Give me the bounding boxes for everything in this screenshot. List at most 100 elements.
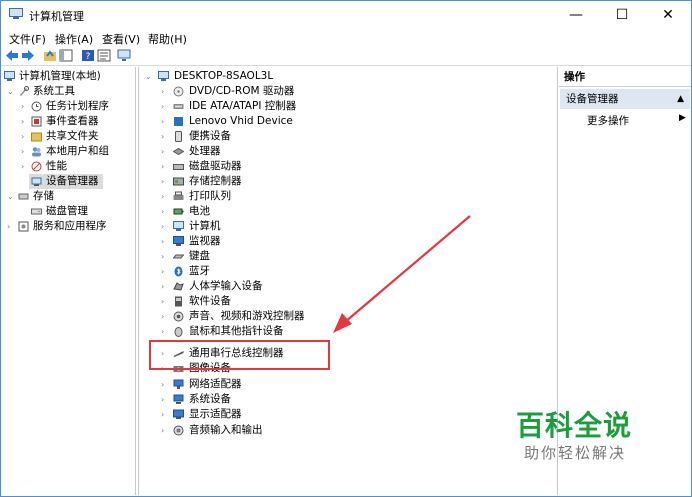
- shared-folder-icon: [31, 132, 42, 142]
- bluetooth-icon: [174, 266, 183, 277]
- up-folder-icon[interactable]: [43, 49, 57, 62]
- expand-arrow-icon[interactable]: ›: [161, 219, 164, 234]
- collapse-arrow-icon[interactable]: ⌄: [145, 69, 152, 84]
- more-actions[interactable]: 更多操作 ▶: [587, 113, 686, 128]
- menu-view[interactable]: 查看(V): [102, 31, 140, 47]
- menu-action[interactable]: 操作(A): [55, 31, 93, 47]
- device-manager-icon: [31, 177, 42, 186]
- device-category-label: IDE ATA/ATAPI 控制器: [189, 100, 297, 112]
- device-category-label: 鼠标和其他指针设备: [189, 325, 284, 337]
- system-tools-icon: [20, 86, 29, 96]
- services-icon: [18, 221, 29, 232]
- device-category-label: 声音、视频和游戏控制器: [189, 310, 305, 322]
- processor-icon: [173, 147, 184, 156]
- device-category-label: 蓝牙: [189, 265, 210, 277]
- expand-arrow-icon[interactable]: ›: [161, 159, 164, 174]
- expand-arrow-icon[interactable]: ›: [161, 264, 164, 279]
- more-actions-label: 更多操作: [587, 115, 629, 127]
- expand-arrow-icon[interactable]: ›: [161, 114, 164, 129]
- expand-arrow-icon[interactable]: ›: [161, 423, 164, 438]
- performance-icon: [31, 161, 42, 172]
- back-arrow-icon[interactable]: [5, 49, 19, 62]
- device-category-label: 显示适配器: [189, 408, 242, 420]
- close-button[interactable]: ✕: [645, 1, 691, 29]
- disk-management-icon: [31, 208, 42, 215]
- device-category-label: DVD/CD-ROM 驱动器: [189, 85, 295, 97]
- human-interface-device-icon: [173, 282, 184, 291]
- device-category-label: 音频输入和输出: [189, 424, 263, 436]
- expand-arrow-icon[interactable]: ›: [161, 129, 164, 144]
- expand-arrow-icon[interactable]: ›: [161, 309, 164, 324]
- expand-arrow-icon[interactable]: ›: [161, 144, 164, 159]
- expand-arrow-icon[interactable]: ›: [21, 99, 24, 114]
- minimize-button[interactable]: —: [553, 1, 599, 29]
- collapse-arrow-icon[interactable]: ⌄: [7, 84, 14, 99]
- device-category-label: 监视器: [189, 235, 221, 247]
- audio-io-icon: [173, 425, 184, 436]
- expand-arrow-icon[interactable]: ›: [161, 279, 164, 294]
- collapse-arrow-icon[interactable]: ⌄: [7, 189, 14, 204]
- navigation-tree-pane: 计算机管理(本地) ⌄ 系统工具 › 任务计划程序 › 事件查看器 › 共享文件…: [1, 67, 136, 495]
- software-device-icon: [175, 296, 182, 307]
- expand-arrow-icon[interactable]: ›: [161, 84, 164, 99]
- actions-device-manager-label: 设备管理器: [566, 93, 619, 105]
- menu-help[interactable]: 帮助(H): [148, 31, 187, 47]
- storage-controller-icon: [173, 177, 184, 186]
- speaker-icon: [173, 311, 184, 322]
- users-icon: [32, 147, 41, 157]
- expand-arrow-icon[interactable]: ›: [161, 99, 164, 114]
- portable-device-icon: [175, 131, 182, 142]
- mouse-icon: [174, 327, 183, 337]
- device-category-label: 磁盘驱动器: [189, 160, 242, 172]
- device-category-label: 处理器: [189, 145, 221, 157]
- expand-arrow-icon[interactable]: ›: [161, 249, 164, 264]
- expand-arrow-icon[interactable]: ›: [21, 129, 24, 144]
- tree-label: 性能: [46, 160, 67, 172]
- expand-arrow-icon[interactable]: ›: [161, 294, 164, 309]
- tree-label: 任务计划程序: [46, 100, 109, 112]
- show-hide-tree-icon[interactable]: [59, 49, 73, 62]
- actions-device-manager[interactable]: 设备管理器 ▲: [560, 89, 690, 109]
- expand-arrow-icon[interactable]: ›: [161, 392, 164, 407]
- window-title: 计算机管理: [29, 10, 84, 23]
- properties-icon[interactable]: [97, 49, 111, 62]
- monitor-icon: [173, 236, 184, 246]
- toolbar: ?: [1, 47, 691, 66]
- expand-arrow-icon[interactable]: ›: [161, 377, 164, 392]
- help-icon[interactable]: ?: [81, 49, 95, 62]
- chevron-right-icon[interactable]: ▶: [679, 113, 686, 123]
- tree-label: 磁盘管理: [46, 205, 88, 217]
- tree-item-device-manager[interactable]: 设备管理器: [29, 174, 103, 189]
- tree-label: 本地用户和组: [46, 145, 109, 157]
- maximize-button[interactable]: ☐: [599, 1, 645, 29]
- tree-label: 服务和应用程序: [33, 220, 107, 232]
- svg-text:?: ?: [86, 52, 91, 62]
- ide-controller-icon: [173, 104, 184, 109]
- device-root-label: DESKTOP-8SAOL3L: [174, 70, 274, 82]
- device-category-label: 计算机: [189, 220, 221, 232]
- expand-arrow-icon[interactable]: ›: [7, 219, 10, 234]
- device-category-label: Lenovo Vhid Device: [189, 115, 293, 127]
- tree-label: 事件查看器: [46, 115, 99, 127]
- dvd-drive-icon: [173, 86, 184, 97]
- forward-arrow-icon[interactable]: [21, 49, 35, 62]
- expand-arrow-icon[interactable]: ›: [21, 159, 24, 174]
- expand-arrow-icon[interactable]: ›: [161, 204, 164, 219]
- expand-arrow-icon[interactable]: ›: [161, 234, 164, 249]
- expand-arrow-icon[interactable]: ›: [161, 324, 164, 339]
- menu-file[interactable]: 文件(F): [9, 31, 46, 47]
- disk-drive-icon: [173, 164, 184, 170]
- expand-arrow-icon[interactable]: ›: [161, 174, 164, 189]
- expand-arrow-icon[interactable]: ›: [21, 144, 24, 159]
- device-category-label: 电池: [189, 205, 210, 217]
- menu-bar: 文件(F) 操作(A) 查看(V) 帮助(H): [1, 29, 691, 47]
- monitor-icon[interactable]: [117, 49, 131, 62]
- expand-arrow-icon[interactable]: ›: [161, 189, 164, 204]
- device-category-label: 软件设备: [189, 295, 231, 307]
- system-device-icon: [173, 394, 184, 404]
- collapse-up-icon[interactable]: ▲: [677, 89, 684, 109]
- device-tree-pane: ⌄ DESKTOP-8SAOL3L › DVD/CD-ROM 驱动器 › IDE A…: [138, 67, 558, 495]
- device-category-label: 存储控制器: [189, 175, 242, 187]
- expand-arrow-icon[interactable]: ›: [161, 407, 164, 422]
- expand-arrow-icon[interactable]: ›: [21, 114, 24, 129]
